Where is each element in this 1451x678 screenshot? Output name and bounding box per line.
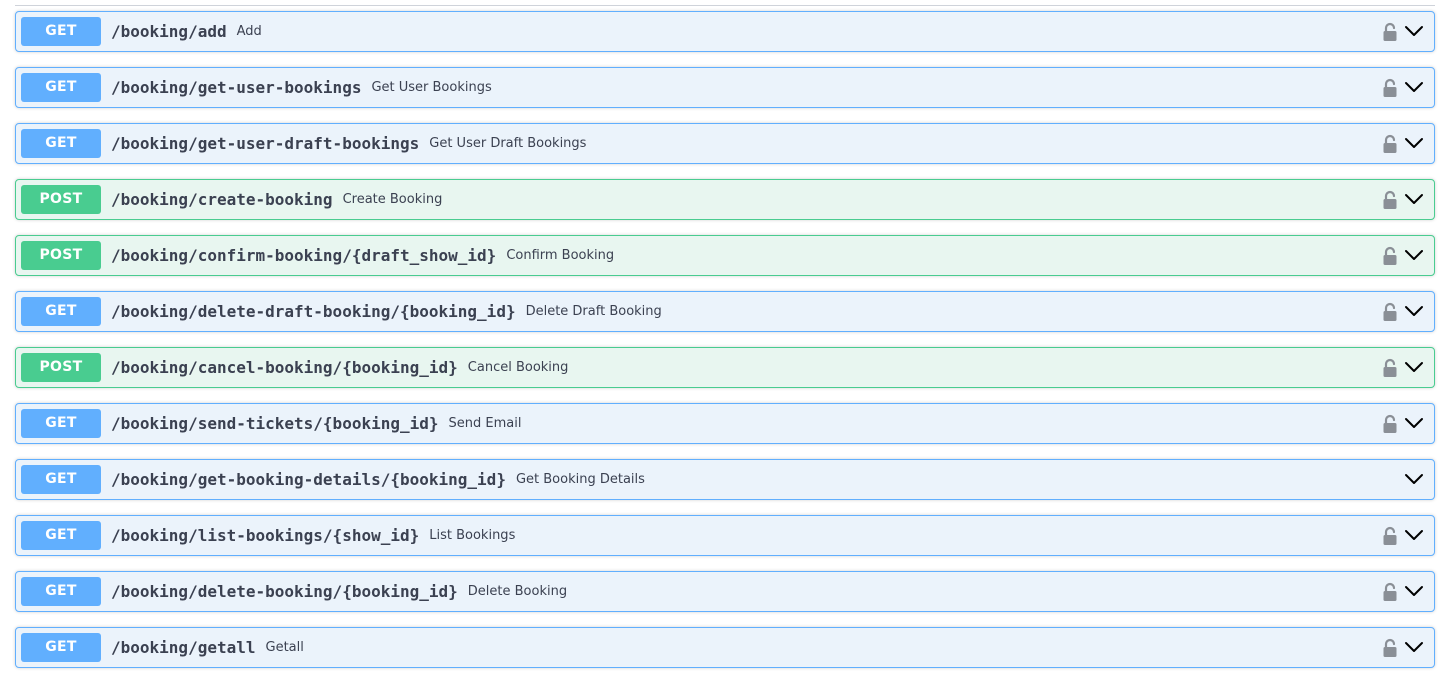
- operation-row-1[interactable]: GET /booking/get-user-bookings Get User …: [15, 67, 1435, 108]
- method-badge: GET: [21, 465, 101, 494]
- chevron-down-icon[interactable]: [1404, 79, 1424, 95]
- operation-path: /booking/create-booking: [111, 190, 333, 209]
- operation-row-9[interactable]: GET /booking/list-bookings/{show_id} Lis…: [15, 515, 1435, 556]
- method-badge: POST: [21, 353, 101, 382]
- operation-summary: Get Booking Details: [515, 472, 645, 487]
- unlocked-padlock-icon[interactable]: [1382, 414, 1398, 434]
- operation-path: /booking/get-user-draft-bookings: [111, 134, 420, 153]
- unlocked-padlock-icon[interactable]: [1382, 134, 1398, 154]
- method-badge: POST: [21, 241, 101, 270]
- operation-row-5[interactable]: GET /booking/delete-draft-booking/{booki…: [15, 291, 1435, 332]
- chevron-down-icon[interactable]: [1404, 471, 1424, 487]
- unlocked-padlock-icon[interactable]: [1382, 302, 1398, 322]
- operation-summary: Add: [236, 24, 262, 39]
- method-badge: GET: [21, 521, 101, 550]
- operation-path: /booking/confirm-booking/{draft_show_id}: [111, 246, 497, 265]
- unlocked-padlock-icon[interactable]: [1382, 22, 1398, 42]
- operation-summary: Get User Draft Bookings: [429, 136, 587, 151]
- chevron-down-icon[interactable]: [1404, 527, 1424, 543]
- operation-path: /booking/get-booking-details/{booking_id…: [111, 470, 506, 489]
- operation-summary: Create Booking: [342, 192, 443, 207]
- operation-row-10[interactable]: GET /booking/delete-booking/{booking_id}…: [15, 571, 1435, 612]
- chevron-down-icon[interactable]: [1404, 583, 1424, 599]
- method-badge: POST: [21, 185, 101, 214]
- chevron-down-icon[interactable]: [1404, 135, 1424, 151]
- chevron-down-icon[interactable]: [1404, 191, 1424, 207]
- operation-summary: Cancel Booking: [467, 360, 569, 375]
- operation-row-7[interactable]: GET /booking/send-tickets/{booking_id} S…: [15, 403, 1435, 444]
- operation-path: /booking/send-tickets/{booking_id}: [111, 414, 439, 433]
- method-badge: GET: [21, 633, 101, 662]
- operation-summary: Delete Booking: [467, 584, 568, 599]
- chevron-down-icon[interactable]: [1404, 639, 1424, 655]
- unlocked-padlock-icon[interactable]: [1382, 78, 1398, 98]
- operation-summary: List Bookings: [429, 528, 516, 543]
- method-badge: GET: [21, 129, 101, 158]
- operation-path: /booking/cancel-booking/{booking_id}: [111, 358, 458, 377]
- operation-path: /booking/delete-draft-booking/{booking_i…: [111, 302, 516, 321]
- section-divider: [15, 5, 1435, 6]
- operation-row-8[interactable]: GET /booking/get-booking-details/{bookin…: [15, 459, 1435, 500]
- chevron-down-icon[interactable]: [1404, 303, 1424, 319]
- chevron-down-icon[interactable]: [1404, 23, 1424, 39]
- method-badge: GET: [21, 17, 101, 46]
- operation-row-2[interactable]: GET /booking/get-user-draft-bookings Get…: [15, 123, 1435, 164]
- operation-path: /booking/add: [111, 22, 227, 41]
- operation-path: /booking/getall: [111, 638, 256, 657]
- method-badge: GET: [21, 409, 101, 438]
- chevron-down-icon[interactable]: [1404, 415, 1424, 431]
- unlocked-padlock-icon[interactable]: [1382, 358, 1398, 378]
- operation-path: /booking/delete-booking/{booking_id}: [111, 582, 458, 601]
- operation-row-3[interactable]: POST /booking/create-booking Create Book…: [15, 179, 1435, 220]
- unlocked-padlock-icon[interactable]: [1382, 526, 1398, 546]
- operation-summary: Confirm Booking: [506, 248, 615, 263]
- method-badge: GET: [21, 73, 101, 102]
- unlocked-padlock-icon[interactable]: [1382, 190, 1398, 210]
- method-badge: GET: [21, 577, 101, 606]
- chevron-down-icon[interactable]: [1404, 247, 1424, 263]
- operation-summary: Getall: [265, 640, 304, 655]
- unlocked-padlock-icon[interactable]: [1382, 638, 1398, 658]
- operation-summary: Get User Bookings: [371, 80, 492, 95]
- operation-summary: Delete Draft Booking: [525, 304, 662, 319]
- operation-row-6[interactable]: POST /booking/cancel-booking/{booking_id…: [15, 347, 1435, 388]
- operation-row-0[interactable]: GET /booking/add Add: [15, 11, 1435, 52]
- operation-path: /booking/get-user-bookings: [111, 78, 362, 97]
- method-badge: GET: [21, 297, 101, 326]
- operations-list: GET /booking/add Add GET /booking/get-us…: [15, 11, 1435, 678]
- operation-row-4[interactable]: POST /booking/confirm-booking/{draft_sho…: [15, 235, 1435, 276]
- unlocked-padlock-icon[interactable]: [1382, 246, 1398, 266]
- operation-row-11[interactable]: GET /booking/getall Getall: [15, 627, 1435, 668]
- operation-path: /booking/list-bookings/{show_id}: [111, 526, 420, 545]
- operation-summary: Send Email: [448, 416, 522, 431]
- chevron-down-icon[interactable]: [1404, 359, 1424, 375]
- unlocked-padlock-icon[interactable]: [1382, 582, 1398, 602]
